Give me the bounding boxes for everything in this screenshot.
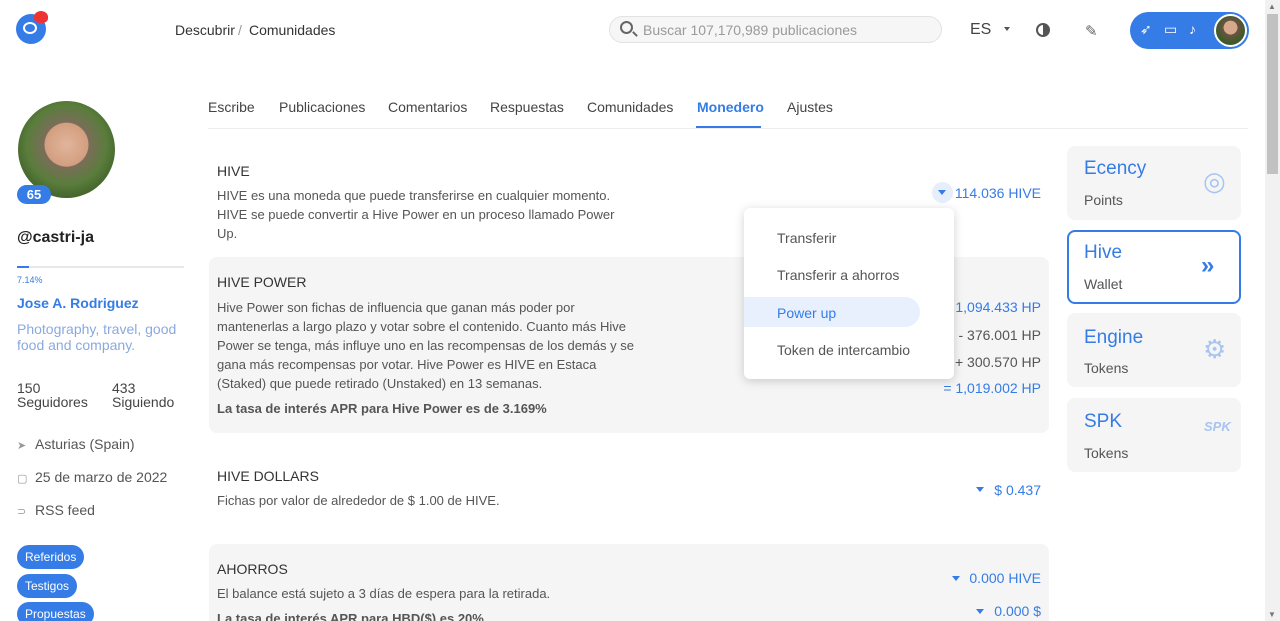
gear-icon: ⚙ [1203, 334, 1227, 364]
hive-description: HIVE es una moneda que puede transferirs… [217, 188, 615, 241]
bell-icon[interactable]: ♪ [1189, 21, 1196, 37]
tab-settings[interactable]: Ajustes [787, 99, 833, 115]
logo-mark-icon [23, 22, 37, 34]
savings-hive-balance[interactable]: 0.000 HIVE [960, 570, 1041, 586]
rocket-icon[interactable]: ➶ [1140, 21, 1152, 38]
active-tab-indicator [696, 126, 761, 128]
card-spk-title: SPK [1084, 411, 1123, 432]
tabs-divider [208, 128, 1248, 129]
tab-comments[interactable]: Comentarios [388, 99, 467, 115]
voting-power-fill [17, 266, 29, 268]
following-count: 433 [112, 380, 136, 396]
card-spk-sub: Tokens [1084, 445, 1129, 461]
profile-rss[interactable]: ⊃ RSS feed [17, 502, 95, 518]
chevron-down-icon[interactable] [1004, 27, 1010, 31]
scroll-down-icon[interactable]: ▼ [1268, 610, 1276, 619]
card-ecency-sub: Points [1084, 192, 1123, 208]
card-hive-title: Hive [1084, 242, 1123, 263]
spk-logo-icon: SPK [1204, 419, 1231, 434]
savings-hbd-balance[interactable]: 0.000 $ [985, 603, 1041, 619]
card-ecency-title: Ecency [1084, 158, 1147, 179]
hive-power-description: Hive Power son fichas de influencia que … [217, 300, 634, 391]
tab-communities[interactable]: Comunidades [587, 99, 673, 115]
chevron-down-icon[interactable] [976, 609, 984, 614]
wallet-icon[interactable]: ▭ [1164, 21, 1177, 38]
tab-write[interactable]: Escribe [208, 99, 255, 115]
hive-title: HIVE [217, 163, 250, 179]
following-label: Siguiendo [112, 394, 175, 410]
reputation-badge: 65 [17, 185, 51, 204]
joined-text: 25 de marzo de 2022 [35, 469, 168, 485]
followers-count: 150 [17, 380, 41, 396]
profile-joined: ▢ 25 de marzo de 2022 [17, 469, 167, 485]
hive-dollars-title: HIVE DOLLARS [217, 468, 319, 484]
voting-power-bar [17, 266, 184, 268]
card-engine-title: Engine [1084, 327, 1144, 348]
menu-item-transfer-to-savings[interactable]: Transferir a ahorros [777, 267, 899, 283]
following-stat[interactable]: 433 Siguiendo [112, 381, 174, 409]
profile-about: Photography, travel, good food and compa… [17, 321, 177, 353]
calendar-icon: ▢ [17, 473, 28, 485]
breadcrumb-discover[interactable]: Descubrir [175, 22, 235, 38]
pencil-icon[interactable]: ✎ [1085, 22, 1098, 40]
search-icon [620, 21, 633, 34]
savings-panel [209, 544, 1049, 621]
breadcrumb-separator: / [238, 22, 242, 38]
referrals-button[interactable]: Referidos [17, 545, 85, 569]
hive-logo-icon: » [1201, 252, 1215, 279]
rss-icon: ⊃ [17, 506, 27, 518]
card-hive-sub: Wallet [1084, 276, 1123, 292]
followers-label: Seguidores [17, 394, 88, 410]
hive-dollars-balance[interactable]: $ 0.437 [980, 482, 1041, 498]
savings-title: AHORROS [217, 561, 288, 577]
language-selector[interactable]: ES [970, 21, 991, 39]
hive-power-title: HIVE POWER [217, 274, 307, 290]
profile-handle: @castri-ja [17, 229, 94, 246]
proposals-button[interactable]: Propuestas [17, 602, 94, 621]
scrollbar-thumb[interactable] [1267, 14, 1278, 174]
hive-dollars-description: Fichas por valor de alrededor de $ 1.00 … [217, 493, 500, 508]
savings-description: El balance está sujeto a 3 días de esper… [217, 586, 551, 601]
rss-text[interactable]: RSS feed [35, 502, 95, 518]
profile-location: ➤ Asturias (Spain) [17, 436, 135, 452]
user-avatar-menu[interactable] [1214, 14, 1247, 47]
followers-stat[interactable]: 150 Seguidores [17, 381, 88, 409]
card-engine-sub: Tokens [1084, 360, 1129, 376]
voting-power-percent: 7.14% [17, 275, 43, 285]
location-text: Asturias (Spain) [35, 436, 135, 452]
tab-replies[interactable]: Respuestas [490, 99, 564, 115]
profile-avatar [18, 101, 115, 198]
theme-toggle-icon[interactable] [1036, 23, 1050, 37]
hive-power-apr: La tasa de interés APR para Hive Power e… [217, 401, 547, 416]
scroll-up-icon[interactable]: ▲ [1268, 2, 1276, 11]
santa-hat-icon [34, 11, 48, 23]
witnesses-button[interactable]: Testigos [17, 574, 78, 598]
tab-posts[interactable]: Publicaciones [279, 99, 365, 115]
tab-wallet[interactable]: Monedero [697, 99, 764, 115]
hive-power-effective: = 1,019.002 HP [943, 380, 1041, 396]
menu-item-transfer[interactable]: Transferir [777, 230, 836, 246]
chevron-down-icon[interactable] [952, 576, 960, 581]
menu-item-swap-token[interactable]: Token de intercambio [777, 342, 910, 358]
ecency-icon: ◎ [1203, 166, 1226, 196]
breadcrumb-communities[interactable]: Comunidades [249, 22, 335, 38]
menu-item-power-up[interactable]: Power up [777, 305, 836, 321]
search-placeholder: Buscar 107,170,989 publicaciones [643, 22, 858, 38]
profile-name: Jose A. Rodriguez [17, 295, 139, 311]
hive-balance[interactable]: 114.036 HIVE [940, 185, 1041, 201]
location-arrow-icon: ➤ [17, 440, 27, 452]
savings-apr: La tasa de interés APR para HBD($) es 20… [217, 611, 484, 621]
